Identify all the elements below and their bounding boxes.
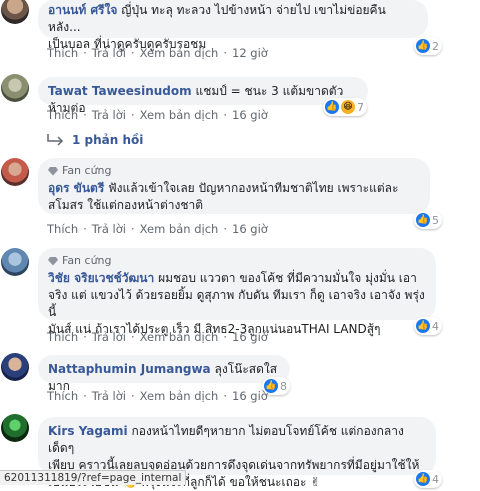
reaction-summary[interactable]: 👍 4 xyxy=(414,317,442,335)
commenter-name[interactable]: Nattaphumin Jumangwa xyxy=(48,362,211,376)
like-icon: 👍 xyxy=(416,472,430,486)
comment-bubble: Fan cứng วิชัย จริยเวชช์วัฒนา ผมชอบ แววต… xyxy=(38,248,436,336)
avatar[interactable] xyxy=(1,414,29,442)
comment-actions: Thích · Trả lời · Xem bản dịch · 16 giờ xyxy=(47,389,268,403)
translate-link[interactable]: Xem bản dịch xyxy=(140,108,219,122)
replies-label: 1 phản hồi xyxy=(72,133,144,147)
timestamp[interactable]: 12 giờ xyxy=(232,46,268,60)
comment-actions: Thích · Trả lời · Xem bản dịch · 16 giờ xyxy=(47,222,268,236)
timestamp[interactable]: 16 giờ xyxy=(232,389,268,403)
fan-badge: Fan cứng xyxy=(48,254,426,268)
comment-bubble: Nattaphumin Jumangwa ลุงโน๊ะสดใสมาก xyxy=(38,355,290,393)
reaction-summary[interactable]: 👍 😆 7 xyxy=(323,98,367,116)
like-icon: 👍 xyxy=(416,319,430,333)
haha-icon: 😆 xyxy=(341,100,355,114)
reaction-count: 8 xyxy=(280,379,287,393)
reaction-summary[interactable]: 👍 5 xyxy=(414,211,442,229)
like-icon: 👍 xyxy=(325,100,339,114)
reaction-summary[interactable]: 👍 2 xyxy=(414,37,442,55)
reply-link[interactable]: Trả lời xyxy=(92,330,126,344)
view-replies[interactable]: 1 phản hồi xyxy=(44,133,143,147)
reaction-count: 7 xyxy=(357,100,364,114)
reply-link[interactable]: Trả lời xyxy=(92,389,126,403)
like-icon: 👍 xyxy=(416,213,430,227)
comment-actions: Thích · Trả lời · Xem bản dịch · 16 giờ xyxy=(47,330,268,344)
reaction-count: 4 xyxy=(432,319,439,333)
reply-link[interactable]: Trả lời xyxy=(92,46,126,60)
like-link[interactable]: Thích xyxy=(47,108,78,122)
timestamp[interactable]: 16 giờ xyxy=(232,330,268,344)
translate-link[interactable]: Xem bản dịch xyxy=(140,389,219,403)
commenter-name[interactable]: Kirs Yagami xyxy=(48,424,128,438)
comment-bubble: อานนท์ ศรีใจ ญี่ปุ่น ทะลุ ทะลวง ไปข้างหน… xyxy=(38,0,428,51)
avatar[interactable] xyxy=(1,353,29,381)
avatar[interactable] xyxy=(1,0,29,24)
comment-bubble: Tawat Taweesinudom แชมป์ = ชนะ 3 แต้มขาด… xyxy=(38,77,368,115)
comment-bubble: Fan cứng อุดร ขันตรี ฟังแล้วเข้าใจเลย ปั… xyxy=(38,158,430,214)
reaction-count: 5 xyxy=(432,213,439,227)
translate-link[interactable]: Xem bản dịch xyxy=(140,46,219,60)
fan-badge: Fan cứng xyxy=(48,164,420,178)
commenter-name[interactable]: อานนท์ ศรีใจ xyxy=(48,3,117,17)
diamond-icon xyxy=(48,167,58,176)
reply-link[interactable]: Trả lời xyxy=(92,222,126,236)
avatar[interactable] xyxy=(1,74,29,102)
like-link[interactable]: Thích xyxy=(47,222,78,236)
comment-text: สโมสร ใช้แต่กองหน้าต่างชาติ xyxy=(48,198,204,212)
like-link[interactable]: Thích xyxy=(47,330,78,344)
commenter-name[interactable]: วิชัย จริยเวชช์วัฒนา xyxy=(48,271,154,285)
reaction-summary[interactable]: 👍 4 xyxy=(414,470,442,488)
reply-arrow-icon xyxy=(47,134,64,146)
comment-actions: Thích · Trả lời · Xem bản dịch · 16 giờ xyxy=(47,108,268,122)
like-icon: 👍 xyxy=(416,39,430,53)
translate-link[interactable]: Xem bản dịch xyxy=(140,330,219,344)
comment-text: ผมชอบ แววตา ของโค้ช ที่มีความมั่นใจ มุ่ง… xyxy=(158,271,417,285)
diamond-icon xyxy=(48,257,58,266)
reply-link[interactable]: Trả lời xyxy=(92,108,126,122)
comment-text: จริง แต่ แขวงไว้ ด้วยรอยยิ้ม ดูสุภาพ กับ… xyxy=(48,288,425,319)
fan-badge-label: Fan cứng xyxy=(62,254,112,267)
like-link[interactable]: Thích xyxy=(47,46,78,60)
commenter-name[interactable]: Tawat Taweesinudom xyxy=(48,84,192,98)
commenter-name[interactable]: อุดร ขันตรี xyxy=(48,181,104,195)
reaction-count: 4 xyxy=(432,472,439,486)
status-bar-url: 62011311819/?ref=page_internal xyxy=(0,470,187,485)
timestamp[interactable]: 16 giờ xyxy=(232,108,268,122)
comment-text: ฟังแล้วเข้าใจเลย ปัญหากองหน้าทีมชาติไทย … xyxy=(108,181,399,195)
avatar[interactable] xyxy=(1,248,29,276)
fan-badge-label: Fan cứng xyxy=(62,164,112,177)
comment-actions: Thích · Trả lời · Xem bản dịch · 12 giờ xyxy=(47,46,268,60)
avatar[interactable] xyxy=(1,158,29,186)
comment-bubble: Kirs Yagami กองหน้าไทยดีๆหายาก ไม่ตอบโจท… xyxy=(38,417,436,489)
reaction-count: 2 xyxy=(432,39,439,53)
translate-link[interactable]: Xem bản dịch xyxy=(140,222,219,236)
like-link[interactable]: Thích xyxy=(47,389,78,403)
timestamp[interactable]: 16 giờ xyxy=(232,222,268,236)
